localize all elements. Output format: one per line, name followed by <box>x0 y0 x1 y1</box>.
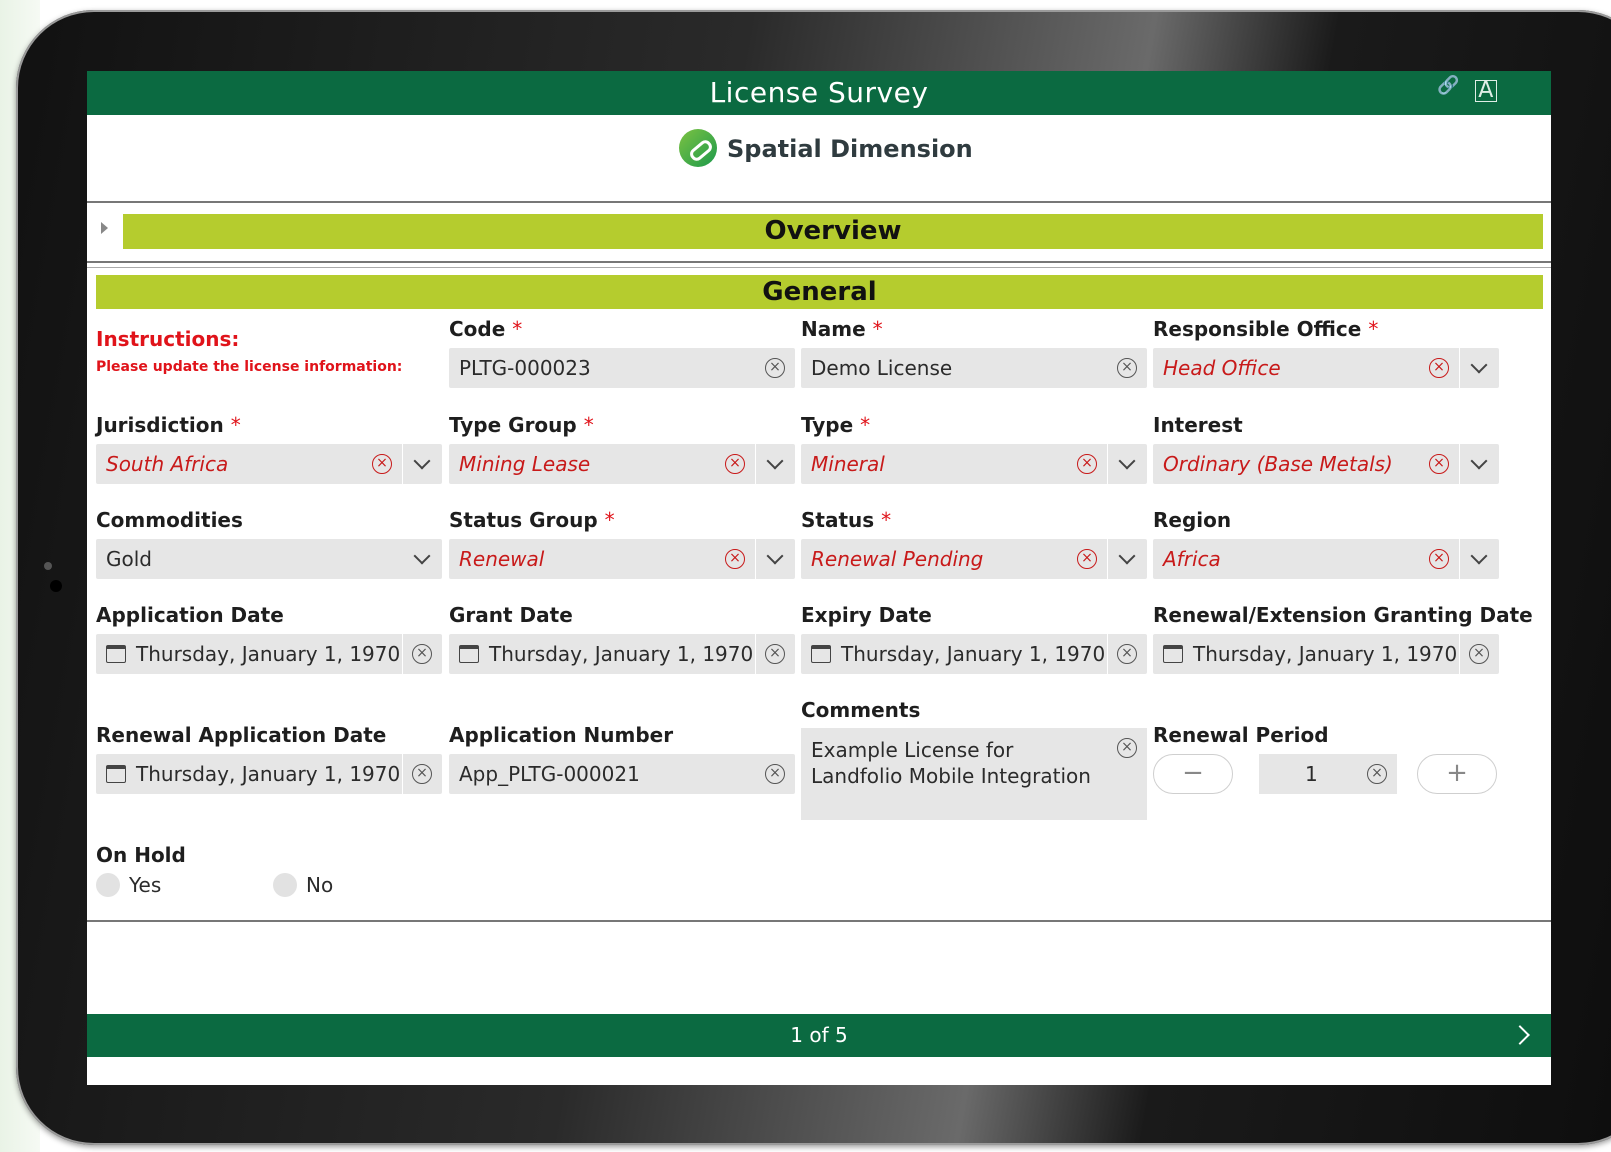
status-group-label: Status Group * <box>449 508 615 532</box>
chevron-right-icon[interactable] <box>1510 1025 1530 1045</box>
app-screen: License Survey 🔗 A Spatial Dimension Ove… <box>87 71 1551 1085</box>
type-select[interactable]: Mineral × <box>801 444 1147 484</box>
clear-icon[interactable]: × <box>765 764 785 784</box>
region-label: Region <box>1153 508 1232 532</box>
responsible-office-select[interactable]: Head Office × <box>1153 348 1499 388</box>
status-group-select[interactable]: Renewal × <box>449 539 795 579</box>
chevron-down-icon[interactable] <box>413 547 431 565</box>
type-group-select[interactable]: Mining Lease × <box>449 444 795 484</box>
name-field[interactable]: Demo License × <box>801 348 1147 388</box>
clear-icon[interactable]: × <box>412 764 432 784</box>
type-label: Type * <box>801 413 871 437</box>
interest-label: Interest <box>1153 413 1243 437</box>
clear-icon[interactable]: × <box>725 549 745 569</box>
clear-icon[interactable]: × <box>1429 358 1449 378</box>
application-date-picker[interactable]: Thursday, January 1, 1970 × <box>96 634 442 674</box>
page-indicator: 1 of 5 <box>790 1023 848 1047</box>
renewal-granting-date-picker[interactable]: Thursday, January 1, 1970 × <box>1153 634 1499 674</box>
link-icon[interactable]: 🔗 <box>1437 77 1460 95</box>
page-footer: 1 of 5 <box>87 1014 1551 1057</box>
application-number-label: Application Number <box>449 723 674 747</box>
code-field[interactable]: PLTG-000023 × <box>449 348 795 388</box>
divider <box>87 261 1551 263</box>
expand-triangle-icon[interactable] <box>101 222 108 234</box>
comments-label: Comments <box>801 698 921 722</box>
chevron-down-icon[interactable] <box>413 452 431 470</box>
expiry-date-picker[interactable]: Thursday, January 1, 1970 × <box>801 634 1147 674</box>
responsible-office-label: Responsible Office * <box>1153 317 1379 341</box>
spatial-dimension-logo-icon <box>679 129 717 167</box>
interest-select[interactable]: Ordinary (Base Metals) × <box>1153 444 1499 484</box>
grant-date-picker[interactable]: Thursday, January 1, 1970 × <box>449 634 795 674</box>
status-label: Status * <box>801 508 892 532</box>
clear-icon[interactable]: × <box>412 644 432 664</box>
clear-icon[interactable]: × <box>1429 454 1449 474</box>
on-hold-no-radio[interactable] <box>273 873 297 897</box>
instructions-text: Please update the license information: <box>96 359 403 375</box>
renewal-period-increment-button[interactable]: + <box>1417 754 1497 794</box>
clear-icon[interactable]: × <box>725 454 745 474</box>
clear-icon[interactable]: × <box>765 644 785 664</box>
renewal-period-decrement-button[interactable]: − <box>1153 754 1233 794</box>
on-hold-label: On Hold <box>96 843 186 867</box>
chevron-down-icon[interactable] <box>1118 547 1136 565</box>
instructions-title: Instructions: <box>96 327 240 351</box>
application-date-label: Application Date <box>96 603 284 627</box>
renewal-period-input[interactable]: 1 × <box>1259 754 1397 794</box>
expiry-date-label: Expiry Date <box>801 603 932 627</box>
clear-icon[interactable]: × <box>1077 549 1097 569</box>
divider <box>87 920 1551 922</box>
app-title: License Survey <box>709 76 929 109</box>
chevron-down-icon[interactable] <box>1118 452 1136 470</box>
on-hold-yes-label[interactable]: Yes <box>129 873 161 897</box>
calendar-icon <box>1163 645 1183 663</box>
chevron-down-icon[interactable] <box>766 452 784 470</box>
on-hold-no-label[interactable]: No <box>306 873 333 897</box>
code-label: Code * <box>449 317 523 341</box>
brand-name: Spatial Dimension <box>727 135 973 163</box>
calendar-icon <box>106 765 126 783</box>
renewal-period-label: Renewal Period <box>1153 723 1329 747</box>
comments-textarea[interactable]: Example License for Landfolio Mobile Int… <box>801 728 1147 820</box>
chevron-down-icon[interactable] <box>766 547 784 565</box>
grant-date-label: Grant Date <box>449 603 573 627</box>
clear-icon[interactable]: × <box>1077 454 1097 474</box>
commodities-label: Commodities <box>96 508 243 532</box>
clear-icon[interactable]: × <box>1117 358 1137 378</box>
clear-icon[interactable]: × <box>372 454 392 474</box>
calendar-icon <box>811 645 831 663</box>
region-select[interactable]: Africa × <box>1153 539 1499 579</box>
general-section-header: General <box>96 275 1543 309</box>
clear-icon[interactable]: × <box>765 358 785 378</box>
divider <box>87 201 1551 203</box>
clear-icon[interactable]: × <box>1117 738 1137 758</box>
brand-logo: Spatial Dimension <box>87 115 1551 201</box>
chevron-down-icon[interactable] <box>1470 547 1488 565</box>
app-header: License Survey 🔗 A <box>87 71 1551 115</box>
jurisdiction-select[interactable]: South Africa × <box>96 444 442 484</box>
status-select[interactable]: Renewal Pending × <box>801 539 1147 579</box>
overview-section-header[interactable]: Overview <box>123 214 1543 249</box>
clear-icon[interactable]: × <box>1117 644 1137 664</box>
tablet-camera <box>50 580 62 592</box>
name-label: Name * <box>801 317 883 341</box>
clear-icon[interactable]: × <box>1469 644 1489 664</box>
clear-icon[interactable]: × <box>1429 549 1449 569</box>
calendar-icon <box>106 645 126 663</box>
application-number-field[interactable]: App_PLTG-000021 × <box>449 754 795 794</box>
commodities-select[interactable]: Gold <box>96 539 442 579</box>
tablet-sensor <box>44 562 52 570</box>
clear-icon[interactable]: × <box>1367 764 1387 784</box>
renewal-application-date-label: Renewal Application Date <box>96 723 387 747</box>
type-group-label: Type Group * <box>449 413 594 437</box>
jurisdiction-label: Jurisdiction * <box>96 413 241 437</box>
calendar-icon <box>459 645 479 663</box>
on-hold-yes-radio[interactable] <box>96 873 120 897</box>
divider <box>87 267 1551 268</box>
translate-icon[interactable]: A <box>1475 80 1497 102</box>
renewal-granting-date-label: Renewal/Extension Granting Date <box>1153 603 1533 627</box>
chevron-down-icon[interactable] <box>1470 356 1488 374</box>
renewal-application-date-picker[interactable]: Thursday, January 1, 1970 × <box>96 754 442 794</box>
chevron-down-icon[interactable] <box>1470 452 1488 470</box>
